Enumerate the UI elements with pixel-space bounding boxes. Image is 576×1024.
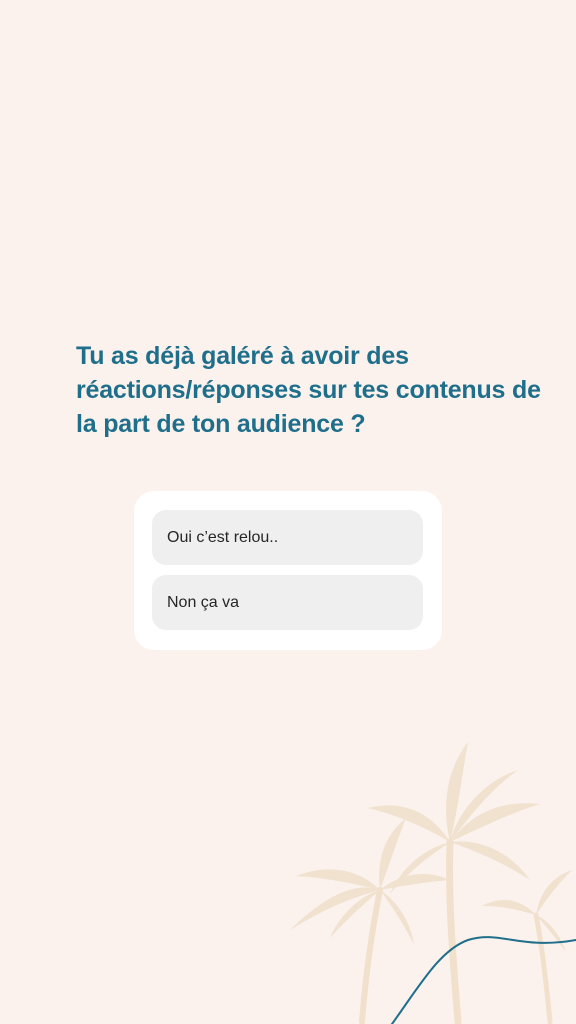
poll-card: Oui c’est relou.. Non ça va xyxy=(134,491,442,650)
poll-option-no[interactable]: Non ça va xyxy=(152,575,423,630)
question-text: Tu as déjà galéré à avoir des réactions/… xyxy=(76,342,541,438)
story-canvas: Tu as déjà galéré à avoir des réactions/… xyxy=(0,0,576,1024)
poll-option-yes[interactable]: Oui c’est relou.. xyxy=(152,510,423,565)
palm-trees-icon xyxy=(290,742,572,1024)
